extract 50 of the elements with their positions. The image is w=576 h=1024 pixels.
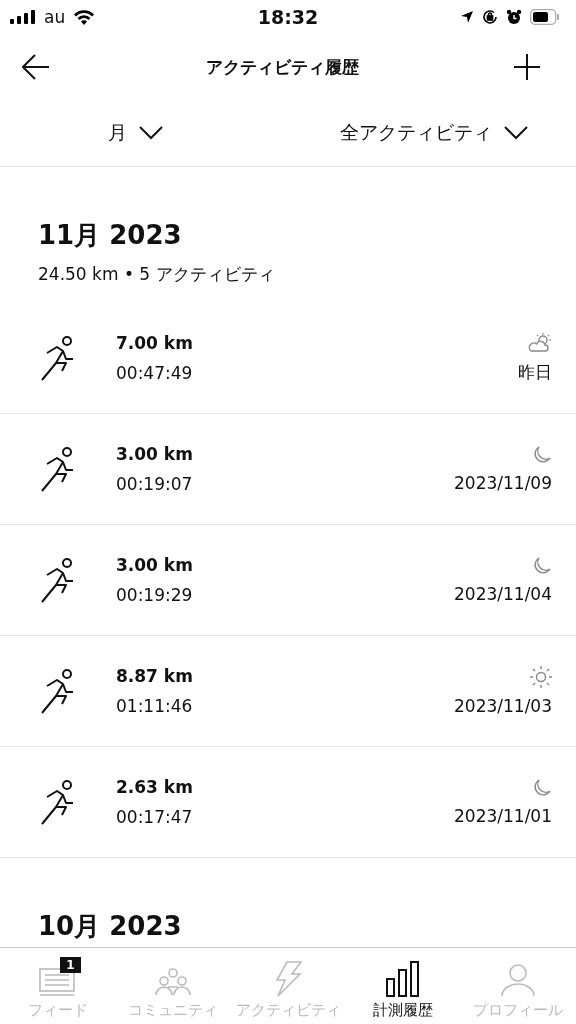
activity-duration: 00:19:29 — [116, 585, 194, 605]
lightning-icon — [273, 961, 303, 997]
activity-date: 2023/11/04 — [454, 584, 552, 604]
activity-distance: 8.87 km — [116, 666, 194, 686]
clock-time: 18:32 — [257, 6, 319, 28]
rotation-lock-icon — [482, 9, 498, 25]
moon-icon — [532, 778, 552, 798]
filter-dropdown[interactable]: 月 — [108, 120, 163, 146]
notification-badge: 1 — [60, 957, 81, 973]
battery-icon — [530, 9, 560, 25]
activity-duration: 01:11:46 — [116, 696, 194, 716]
partly-cloudy-icon — [528, 332, 552, 353]
activity-row[interactable]: 3.00 km 00:19:07 2023/11/09 — [0, 414, 576, 525]
activity-date: 2023/11/03 — [454, 696, 552, 716]
activity-duration: 00:47:49 — [116, 363, 194, 383]
activity-distance: 3.00 km — [116, 555, 194, 575]
bar-chart-icon — [386, 961, 421, 997]
month-summary: 24.50 km • 5 アクティビティ — [37, 263, 276, 286]
activity-date: 昨日 — [518, 360, 552, 384]
activity-row[interactable]: 2.63 km 00:17:47 2023/11/01 — [0, 747, 576, 858]
carrier-name: au — [44, 7, 66, 27]
activity-date: 2023/11/09 — [454, 473, 552, 493]
page-title: アクティビティ履歴 — [205, 55, 359, 79]
activity-distance: 7.00 km — [116, 333, 194, 353]
people-group-icon — [152, 967, 193, 997]
add-icon[interactable] — [514, 54, 540, 80]
tab-bar-item[interactable]: 計測履歴 — [345, 948, 461, 1024]
activity-duration: 00:19:07 — [116, 474, 194, 494]
filter-dropdown[interactable]: 全アクティビティ — [340, 120, 528, 146]
moon-icon — [532, 556, 552, 576]
sun-icon — [530, 666, 552, 688]
activity-date: 2023/11/01 — [454, 806, 552, 826]
chevron-down-icon — [139, 126, 163, 140]
person-icon — [501, 963, 536, 997]
alarm-icon — [506, 9, 522, 25]
activity-row[interactable]: 8.87 km 01:11:46 2023/11/03 — [0, 636, 576, 747]
month-heading: 10月 2023 — [37, 910, 183, 943]
activity-duration: 00:17:47 — [116, 807, 194, 827]
signal-icon — [10, 10, 36, 24]
tab-bar-item[interactable]: 1 フィード — [0, 948, 116, 1024]
chevron-down-icon — [504, 126, 528, 140]
activity-distance: 2.63 km — [116, 777, 194, 797]
activity-distance: 3.00 km — [116, 444, 194, 464]
back-arrow-icon[interactable] — [22, 54, 50, 80]
month-heading: 11月 2023 — [37, 219, 183, 252]
wifi-icon — [73, 9, 96, 25]
location-icon — [460, 10, 474, 24]
activity-row[interactable]: 3.00 km 00:19:29 2023/11/04 — [0, 525, 576, 636]
activity-row[interactable]: 7.00 km 00:47:49 昨日 — [0, 303, 576, 414]
moon-icon — [532, 445, 552, 465]
